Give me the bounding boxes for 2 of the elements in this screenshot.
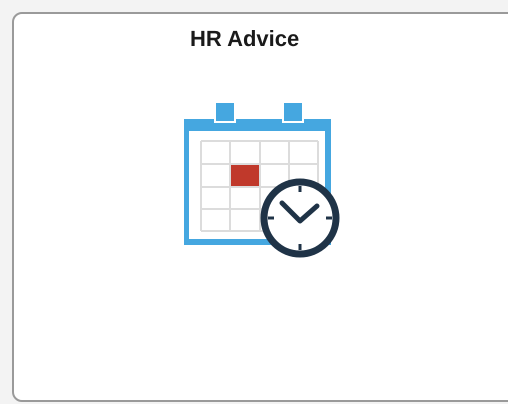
tile-title: HR Advice [190, 26, 300, 52]
hr-advice-tile[interactable]: HR Advice [12, 12, 508, 402]
